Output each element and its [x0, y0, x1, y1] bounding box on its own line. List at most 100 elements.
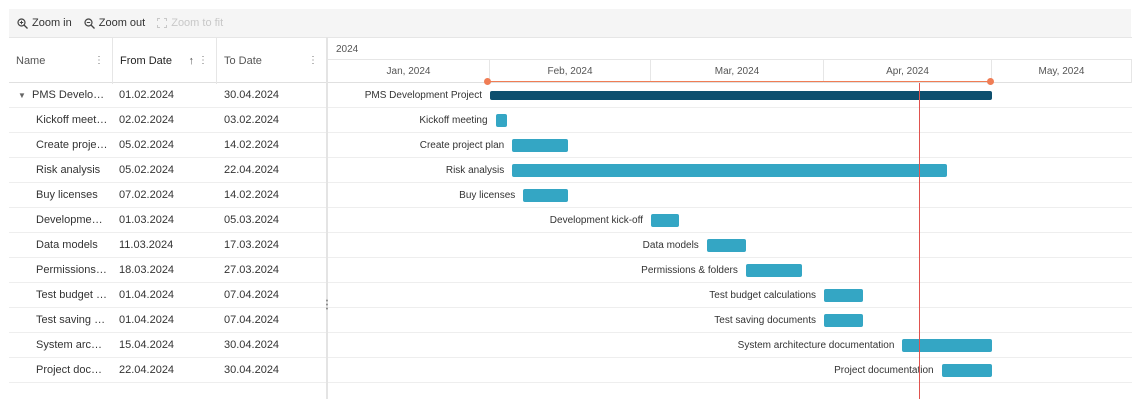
task-bar[interactable]: [941, 364, 992, 377]
to-date-cell: 14.02.2024: [224, 139, 280, 151]
task-bar[interactable]: [902, 339, 992, 352]
table-row[interactable]: System archit… 15.04.2024 30.04.2024: [9, 333, 326, 358]
summary-bar[interactable]: [490, 91, 992, 100]
task-name-cell: Risk analysis: [36, 164, 101, 176]
table-row[interactable]: ▼ PMS Develop… 01.02.2024 30.04.2024: [9, 83, 326, 108]
to-date-cell: 30.04.2024: [224, 339, 280, 351]
range-end-handle[interactable]: [987, 78, 994, 85]
from-date-cell: 01.03.2024: [119, 214, 175, 226]
timeline-year-header: 2024: [328, 37, 1132, 60]
range-marker-line: [487, 81, 990, 82]
table-row[interactable]: Risk analysis 05.02.2024 22.04.2024: [9, 158, 326, 183]
gantt-row: Development kick-off: [328, 208, 1132, 233]
column-header-label: To Date: [224, 55, 262, 67]
task-bar-label: Buy licenses: [459, 190, 516, 201]
task-bar[interactable]: [495, 114, 507, 127]
table-row[interactable]: Buy licenses 07.02.2024 14.02.2024: [9, 183, 326, 208]
gantt-row: Permissions & folders: [328, 258, 1132, 283]
table-row[interactable]: Data models 11.03.2024 17.03.2024: [9, 233, 326, 258]
zoom-in-button[interactable]: Zoom in: [17, 17, 72, 29]
task-bar[interactable]: [824, 314, 864, 327]
table-row[interactable]: Test saving d… 01.04.2024 07.04.2024: [9, 308, 326, 333]
timeline-year-label: 2024: [336, 44, 359, 55]
gantt-row: PMS Development Project: [328, 78, 1132, 108]
from-date-cell: 22.04.2024: [119, 364, 175, 376]
caret-down-icon[interactable]: ▼: [18, 83, 26, 108]
column-header-label: From Date: [120, 55, 172, 67]
from-date-cell: 05.02.2024: [119, 139, 175, 151]
zoom-out-icon: [84, 17, 95, 29]
task-name-cell: PMS Develop…: [32, 89, 108, 101]
task-bar-label: Development kick-off: [549, 215, 643, 226]
zoom-out-button[interactable]: Zoom out: [84, 17, 145, 29]
timeline-month-header: Jan, 2024 Feb, 2024 Mar, 2024 Apr, 2024 May,…: [328, 60, 1132, 83]
gantt-row: Buy licenses: [328, 183, 1132, 208]
task-bar-label: Permissions & folders: [641, 265, 738, 276]
timeline-month: Feb, 2024: [490, 60, 651, 83]
range-start-handle[interactable]: [484, 78, 491, 85]
to-date-cell: 27.03.2024: [224, 264, 280, 276]
task-bar[interactable]: [745, 264, 802, 277]
zoom-out-label: Zoom out: [98, 17, 146, 29]
task-name-cell: Kickoff meeting: [36, 114, 108, 126]
task-name-cell: Test saving d…: [36, 314, 108, 326]
task-name-cell: Data models: [36, 239, 98, 251]
from-date-cell: 05.02.2024: [119, 164, 175, 176]
to-date-cell: 05.03.2024: [224, 214, 280, 226]
task-bar[interactable]: [512, 164, 948, 177]
from-date-cell: 15.04.2024: [119, 339, 175, 351]
from-date-cell: 01.04.2024: [119, 314, 175, 326]
kebab-menu-icon[interactable]: ⋮: [308, 56, 318, 66]
column-header-name[interactable]: Name ⋮: [9, 38, 113, 84]
column-header-to-date[interactable]: To Date ⋮: [217, 38, 326, 84]
gantt-chart: 2024 Jan, 2024 Feb, 2024 Mar, 2024 Apr, 202…: [328, 37, 1132, 399]
from-date-cell: 02.02.2024: [119, 114, 175, 126]
table-row[interactable]: Test budget c… 01.04.2024 07.04.2024: [9, 283, 326, 308]
gantt-row: Risk analysis: [328, 158, 1132, 183]
gantt-body: PMS Development Project Kickoff meeting Cr…: [328, 78, 1132, 399]
task-bar-label: Test saving documents: [714, 315, 816, 326]
task-bar[interactable]: [651, 214, 679, 227]
task-bar[interactable]: [512, 139, 568, 152]
task-bar[interactable]: [523, 189, 568, 202]
sort-ascending-icon[interactable]: ↑: [189, 55, 195, 67]
to-date-cell: 22.04.2024: [224, 164, 280, 176]
task-name-cell: Buy licenses: [36, 189, 98, 201]
timeline-month: Apr, 2024: [824, 60, 992, 83]
table-row[interactable]: Create projec… 05.02.2024 14.02.2024: [9, 133, 326, 158]
gantt-row: Kickoff meeting: [328, 108, 1132, 133]
to-date-cell: 30.04.2024: [224, 89, 280, 101]
gantt-row: Test budget calculations: [328, 283, 1132, 308]
table-row[interactable]: Project docu… 22.04.2024 30.04.2024: [9, 358, 326, 383]
kebab-menu-icon[interactable]: ⋮: [94, 56, 104, 66]
task-bar[interactable]: [706, 239, 746, 252]
gantt-row: Test saving documents: [328, 308, 1132, 333]
table-row[interactable]: Kickoff meeting 02.02.2024 03.02.2024: [9, 108, 326, 133]
task-grid: Name ⋮ From Date ↑ ⋮ To Date ⋮ ▼ PMS Deve…: [9, 37, 326, 399]
task-name-cell: Test budget c…: [36, 289, 108, 301]
task-name-cell: Project docu…: [36, 364, 108, 376]
task-name-cell: Development…: [36, 214, 108, 226]
task-bar-label: Kickoff meeting: [419, 115, 488, 126]
task-bar-label: Risk analysis: [445, 165, 505, 176]
zoom-fit-icon: [157, 18, 168, 28]
task-bar-label: System architecture documentation: [737, 340, 895, 351]
zoom-to-fit-button[interactable]: Zoom to fit: [157, 17, 223, 29]
task-bar-label: Create project plan: [419, 140, 505, 151]
to-date-cell: 07.04.2024: [224, 314, 280, 326]
to-date-cell: 07.04.2024: [224, 289, 280, 301]
task-bar[interactable]: [824, 289, 864, 302]
kebab-menu-icon[interactable]: ⋮: [198, 56, 208, 66]
column-header-from-date[interactable]: From Date ↑ ⋮: [113, 38, 217, 84]
table-row[interactable]: Permissions … 18.03.2024 27.03.2024: [9, 258, 326, 283]
timeline-month: Mar, 2024: [651, 60, 824, 83]
from-date-cell: 11.03.2024: [119, 239, 174, 251]
gantt-row: Create project plan: [328, 133, 1132, 158]
task-bar-label: Data models: [642, 240, 699, 251]
task-name-cell: Create projec…: [36, 139, 108, 151]
timeline-month: Jan, 2024: [328, 60, 490, 83]
gantt-row: Project documentation: [328, 358, 1132, 383]
from-date-cell: 18.03.2024: [119, 264, 175, 276]
task-bar-label: PMS Development Project: [364, 90, 482, 101]
table-row[interactable]: Development… 01.03.2024 05.03.2024: [9, 208, 326, 233]
